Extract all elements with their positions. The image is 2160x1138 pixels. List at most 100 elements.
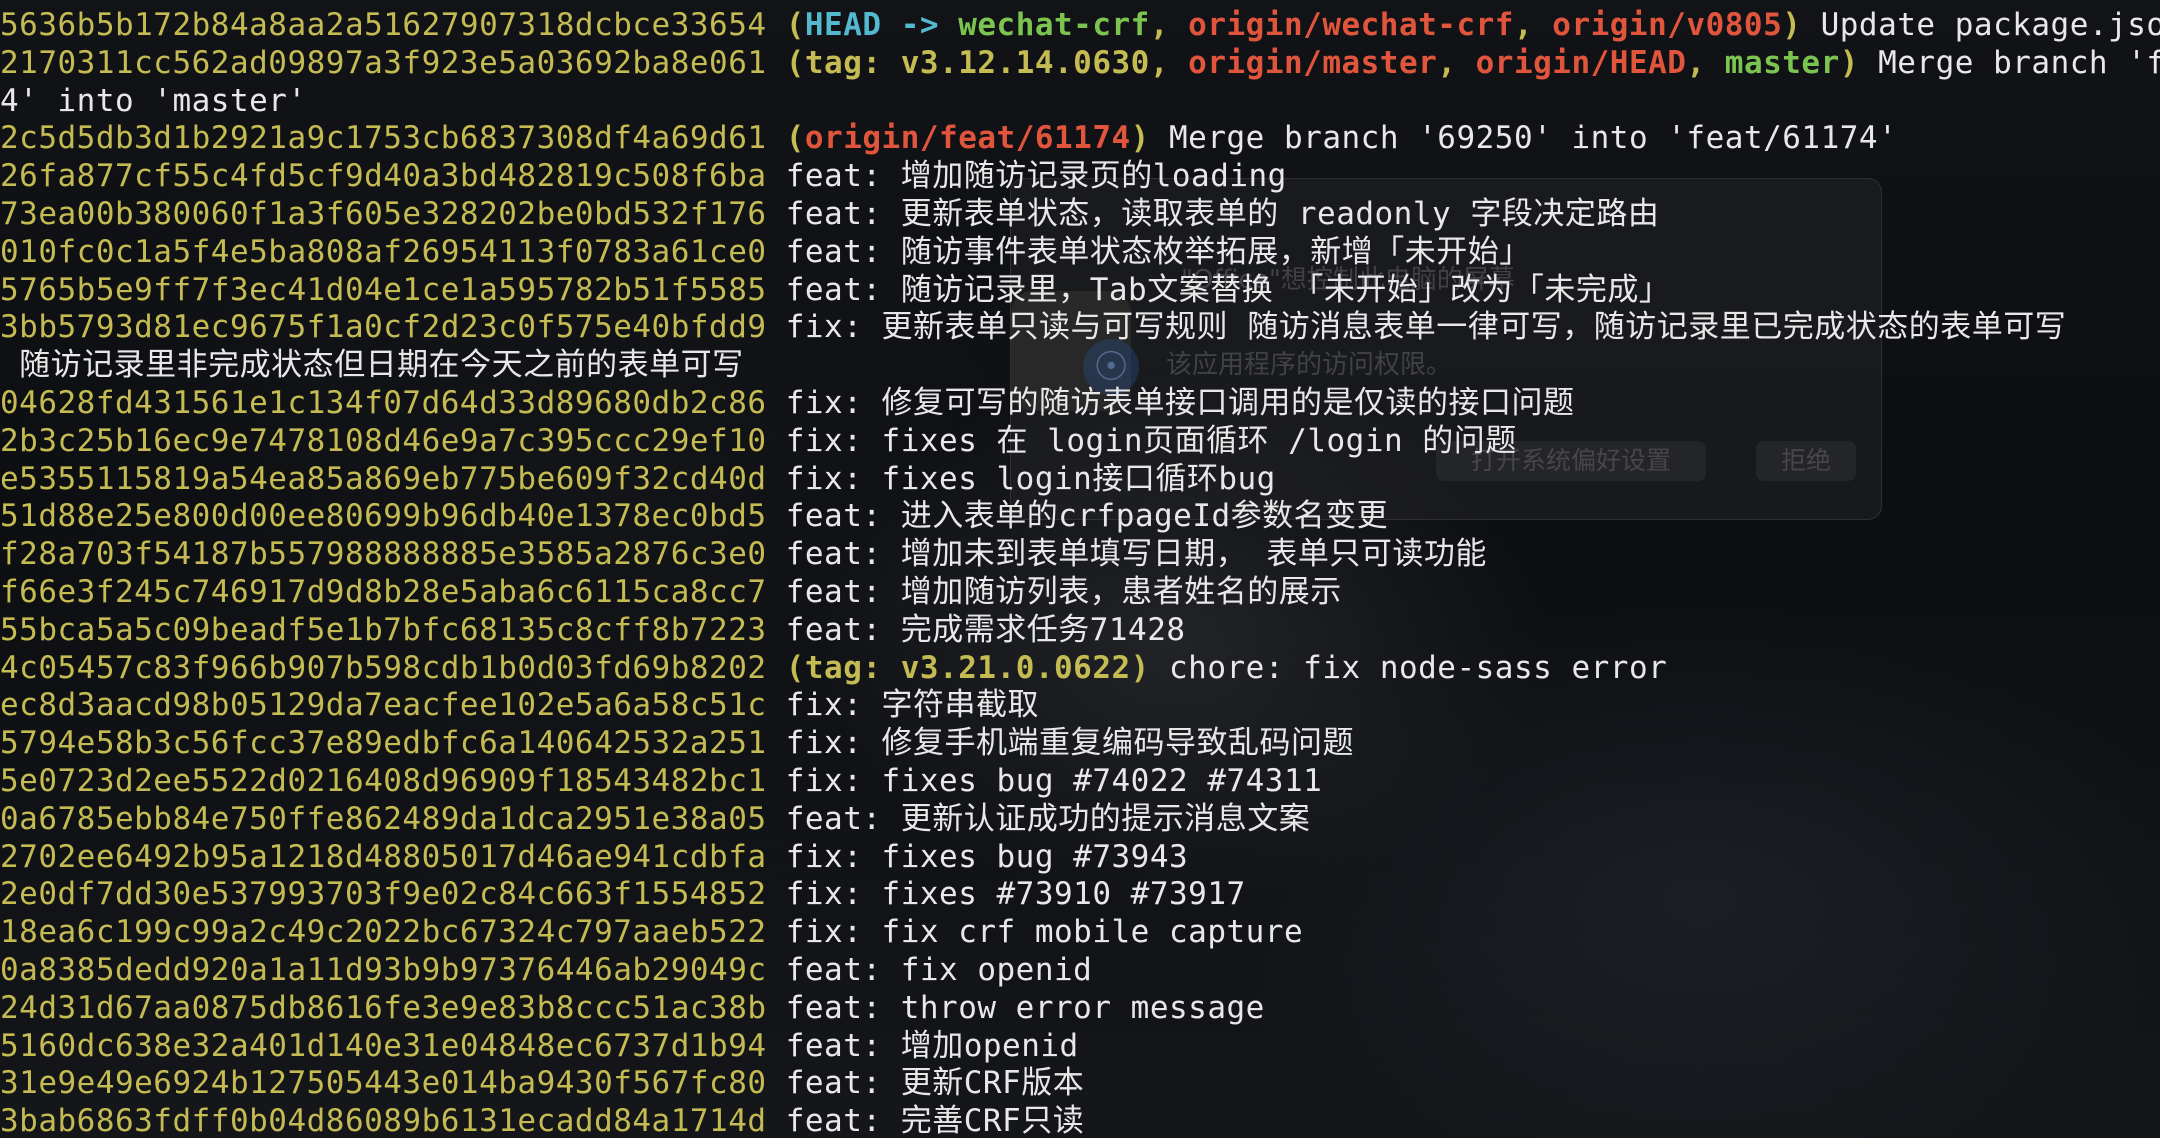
commit-hash: 73ea00b380060f1a3f605e328202be0bd532f176 (0, 196, 767, 232)
ref-remote: origin/HEAD (1475, 44, 1687, 81)
commit-message: Update package.json (1820, 7, 2160, 43)
log-line: 2b3c25b16ec9e7478108d46e9a7c395ccc29ef10… (0, 422, 1517, 460)
commit-hash: ec8d3aacd98b05129da7eacfee102e5a6a58c51c (0, 687, 767, 724)
commit-hash: 4c05457c83f966b907b598cdb1b0d03fd69b8202 (0, 649, 767, 686)
commit-hash: 24d31d67aa0875db8616fe3e9e83b8ccc51ac38b (0, 989, 767, 1026)
commit-hash: 2b3c25b16ec9e7478108d46e9a7c395ccc29ef10 (0, 422, 767, 459)
commit-hash: 3bab6863fdff0b04d86089b6131ecadd84a1714d (0, 1103, 767, 1138)
commit-hash: 0a6785ebb84e750ffe862489da1dca2951e38a05 (0, 800, 767, 837)
ref-open-paren: ( (785, 120, 805, 157)
ref-head: -> (881, 7, 959, 43)
ref-remote: origin/master (1188, 44, 1438, 81)
commit-message: feat: 更新表单状态，读取表单的 readonly 字段决定路由 (785, 196, 1660, 232)
commit-hash: 26fa877cf55c4fd5cf9d40a3bd482819c508f6ba (0, 158, 767, 195)
ref-separator: , (1149, 7, 1189, 43)
commit-message: fix: fixes login接口循环bug (785, 460, 1276, 497)
commit-hash: 31e9e49e6924b127505443e014ba9430f567fc80 (0, 1065, 767, 1102)
commit-message: Merge branch 'feat/6117 (1878, 44, 2160, 81)
commit-message: fix: fixes bug #74022 #74311 (785, 763, 1323, 799)
log-line: 0a6785ebb84e750ffe862489da1dca2951e38a05… (0, 800, 1310, 838)
commit-message: fix: 修复可写的随访表单接口调用的是仅读的接口问题 (785, 385, 1575, 421)
log-line: 73ea00b380060f1a3f605e328202be0bd532f176… (0, 195, 1659, 233)
log-line: 5794e58b3c56fcc37e89edbfc6a140642532a251… (0, 724, 1354, 762)
log-line: 2c5d5db3d1b2921a9c1753cb6837308df4a69d61… (0, 119, 1897, 157)
commit-message: Merge branch '69250' into 'feat/61174' (1169, 120, 1898, 157)
log-line: 18ea6c199c99a2c49c2022bc67324c797aaeb522… (0, 913, 1303, 951)
commit-hash: 2e0df7dd30e537993703f9e02c84c663f1554852 (0, 876, 767, 913)
log-line: 31e9e49e6924b127505443e014ba9430f567fc80… (0, 1064, 1084, 1102)
commit-message: feat: 随访事件表单状态枚举拓展，新增「未开始」 (785, 233, 1531, 270)
commit-hash: 18ea6c199c99a2c49c2022bc67324c797aaeb522 (0, 914, 767, 951)
commit-hash: 04628fd431561e1c134f07d64d33d89680db2c86 (0, 385, 767, 421)
commit-message: feat: 完成需求任务71428 (785, 611, 1186, 648)
ref-open-paren: ( (785, 649, 805, 686)
commit-hash: f28a703f54187b557988888885e3585a2876c3e0 (0, 536, 767, 573)
commit-message: fix: fixes bug #73943 (785, 838, 1189, 875)
commit-message: feat: 增加随访列表，患者姓名的展示 (785, 574, 1342, 610)
ref-separator: , (1686, 44, 1725, 81)
commit-message: fix: 修复手机端重复编码导致乱码问题 (785, 725, 1355, 762)
ref-close-paren: ) (1782, 7, 1802, 43)
ref-remote: origin/v0805 (1552, 7, 1783, 43)
ref-close-paren: ) (1839, 44, 1859, 81)
commit-hash: 55bca5a5c09beadf5e1b7bfc68135c8cff8b7223 (0, 611, 767, 648)
log-line: 24d31d67aa0875db8616fe3e9e83b8ccc51ac38b… (0, 989, 1265, 1027)
log-line: 5e0723d2ee5522d0216408d96909f18543482bc1… (0, 762, 1322, 800)
ref-head: HEAD (804, 7, 882, 43)
commit-message: 4' into 'master' (0, 82, 307, 119)
commit-hash: 5765b5e9ff7f3ec41d04e1ce1a595782b51f5585 (0, 271, 767, 308)
ref-close-paren: ) (1130, 120, 1150, 157)
log-line: 04628fd431561e1c134f07d64d33d89680db2c86… (0, 384, 1575, 422)
log-line: 26fa877cf55c4fd5cf9d40a3bd482819c508f6ba… (0, 157, 1287, 195)
commit-hash: 010fc0c1a5f4e5ba808af26954113f0783a61ce0 (0, 233, 767, 270)
ref-remote: origin/feat/61174 (804, 120, 1131, 157)
commit-hash: 5794e58b3c56fcc37e89edbfc6a140642532a251 (0, 725, 767, 762)
commit-hash: 2702ee6492b95a1218d48805017d46ae941cdbfa (0, 838, 767, 875)
commit-message: feat: 增加openid (785, 1027, 1079, 1064)
commit-hash: 51d88e25e800d00ee80699b96db40e1378ec0bd5 (0, 498, 767, 535)
log-line: 2702ee6492b95a1218d48805017d46ae941cdbfa… (0, 838, 1188, 876)
commit-hash: 3bb5793d81ec9675f1a0cf2d23c0f575e40bfdd9 (0, 309, 767, 346)
commit-hash: 5160dc638e32a401d140e31e04848ec6737d1b94 (0, 1027, 767, 1064)
ref-separator: , (1149, 44, 1189, 81)
ref-local: master (1724, 44, 1840, 81)
log-line: 010fc0c1a5f4e5ba808af26954113f0783a61ce0… (0, 233, 1531, 271)
log-line: 55bca5a5c09beadf5e1b7bfc68135c8cff8b7223… (0, 611, 1186, 649)
commit-message: feat: throw error message (785, 989, 1265, 1026)
commit-hash: 2c5d5db3d1b2921a9c1753cb6837308df4a69d61 (0, 120, 767, 157)
ref-open-paren: ( (785, 44, 805, 81)
commit-message: fix: fix crf mobile capture (785, 914, 1304, 951)
log-line: e5355115819a54ea85a869eb775be609f32cd40d… (0, 460, 1276, 498)
ref-local: wechat-crf (958, 7, 1150, 43)
commit-hash: f66e3f245c746917d9d8b28e5aba6c6115ca8cc7 (0, 574, 767, 610)
commit-message: feat: 进入表单的crfpageId参数名变更 (785, 498, 1389, 535)
commit-message: feat: 更新认证成功的提示消息文案 (785, 800, 1311, 837)
commit-message: chore: fix node-sass error (1169, 649, 1668, 686)
commit-message: feat: 更新CRF版本 (785, 1065, 1085, 1102)
commit-hash: 0a8385dedd920a1a11d93b9b97376446ab29049c (0, 952, 767, 988)
commit-message: fix: 字符串截取 (785, 687, 1040, 724)
commit-message: fix: 更新表单只读与可写规则 随访消息表单一律可写，随访记录里已完成状态的表… (785, 309, 2067, 346)
log-line: 3bab6863fdff0b04d86089b6131ecadd84a1714d… (0, 1102, 1084, 1138)
commit-message: feat: fix openid (785, 952, 1093, 988)
log-line: f28a703f54187b557988888885e3585a2876c3e0… (0, 535, 1487, 573)
ref-tag: tag: v3.21.0.0622 (804, 649, 1131, 686)
log-line: 5765b5e9ff7f3ec41d04e1ce1a595782b51f5585… (0, 271, 1670, 309)
terminal-git-log[interactable]: 5636b5b172b84a8aa2a51627907318dcbce33654… (0, 0, 2160, 1138)
log-line: 2e0df7dd30e537993703f9e02c84c663f1554852… (0, 875, 1246, 913)
log-line: 随访记录里非完成状态但日期在今天之前的表单可写 (0, 346, 744, 384)
commit-message: feat: 完善CRF只读 (785, 1103, 1085, 1138)
commit-message: feat: 随访记录里，Tab文案替换 「未开始」改为「未完成」 (785, 271, 1671, 308)
log-line: 5636b5b172b84a8aa2a51627907318dcbce33654… (0, 6, 2160, 44)
log-line: 2170311cc562ad09897a3f923e5a03692ba8e061… (0, 44, 2160, 82)
log-line: 51d88e25e800d00ee80699b96db40e1378ec0bd5… (0, 497, 1388, 535)
ref-separator: , (1513, 7, 1553, 43)
log-line: 3bb5793d81ec9675f1a0cf2d23c0f575e40bfdd9… (0, 308, 2066, 346)
commit-hash: 2170311cc562ad09897a3f923e5a03692ba8e061 (0, 44, 767, 81)
ref-tag: tag: v3.12.14.0630 (804, 44, 1150, 81)
commit-message: feat: 增加未到表单填写日期， 表单只可读功能 (785, 536, 1487, 573)
log-line: 5160dc638e32a401d140e31e04848ec6737d1b94… (0, 1027, 1079, 1065)
log-line: ec8d3aacd98b05129da7eacfee102e5a6a58c51c… (0, 686, 1039, 724)
ref-open-paren: ( (785, 7, 805, 43)
commit-hash: 5636b5b172b84a8aa2a51627907318dcbce33654 (0, 7, 767, 43)
